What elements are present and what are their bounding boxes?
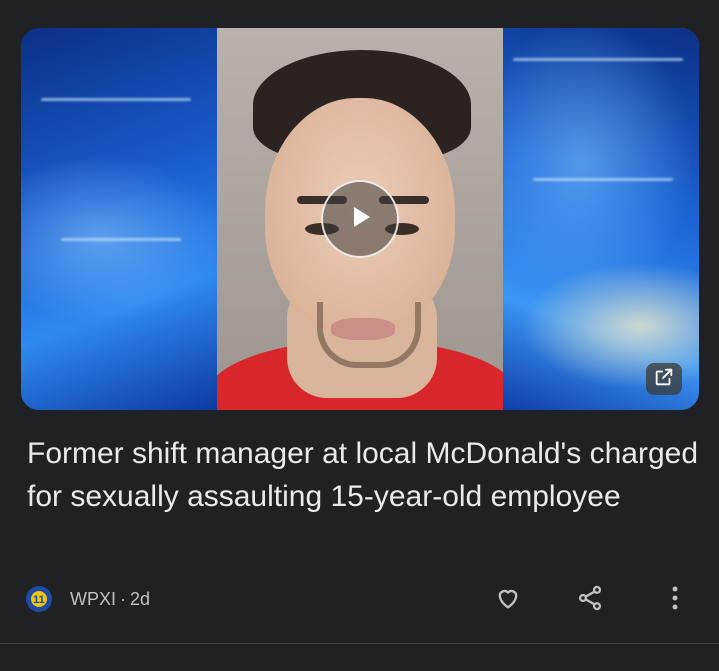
thumbnail-background-right xyxy=(503,28,699,410)
wpxi-logo-icon: 11 xyxy=(26,586,52,612)
svg-text:11: 11 xyxy=(33,594,45,606)
more-vert-icon xyxy=(663,584,687,617)
thumbnail-background-left xyxy=(21,28,217,410)
share-icon xyxy=(576,584,604,617)
headline[interactable]: Former shift manager at local McDonald's… xyxy=(27,432,699,518)
open-in-new-icon xyxy=(653,366,675,393)
news-card[interactable]: Former shift manager at local McDonald's… xyxy=(0,0,719,671)
video-thumbnail[interactable] xyxy=(21,28,699,410)
play-button[interactable] xyxy=(321,180,399,258)
open-in-new-button[interactable] xyxy=(646,363,682,395)
divider xyxy=(0,643,719,644)
source-name: WPXI xyxy=(70,588,117,609)
heart-icon xyxy=(494,584,522,617)
source-row[interactable]: 11 WPXI · 2d xyxy=(26,584,150,614)
published-time: 2d xyxy=(130,588,151,609)
lips xyxy=(331,318,395,340)
play-icon xyxy=(345,202,375,237)
separator: · xyxy=(120,588,127,609)
like-button[interactable] xyxy=(488,580,528,620)
more-options-button[interactable] xyxy=(655,580,695,620)
share-button[interactable] xyxy=(570,580,610,620)
